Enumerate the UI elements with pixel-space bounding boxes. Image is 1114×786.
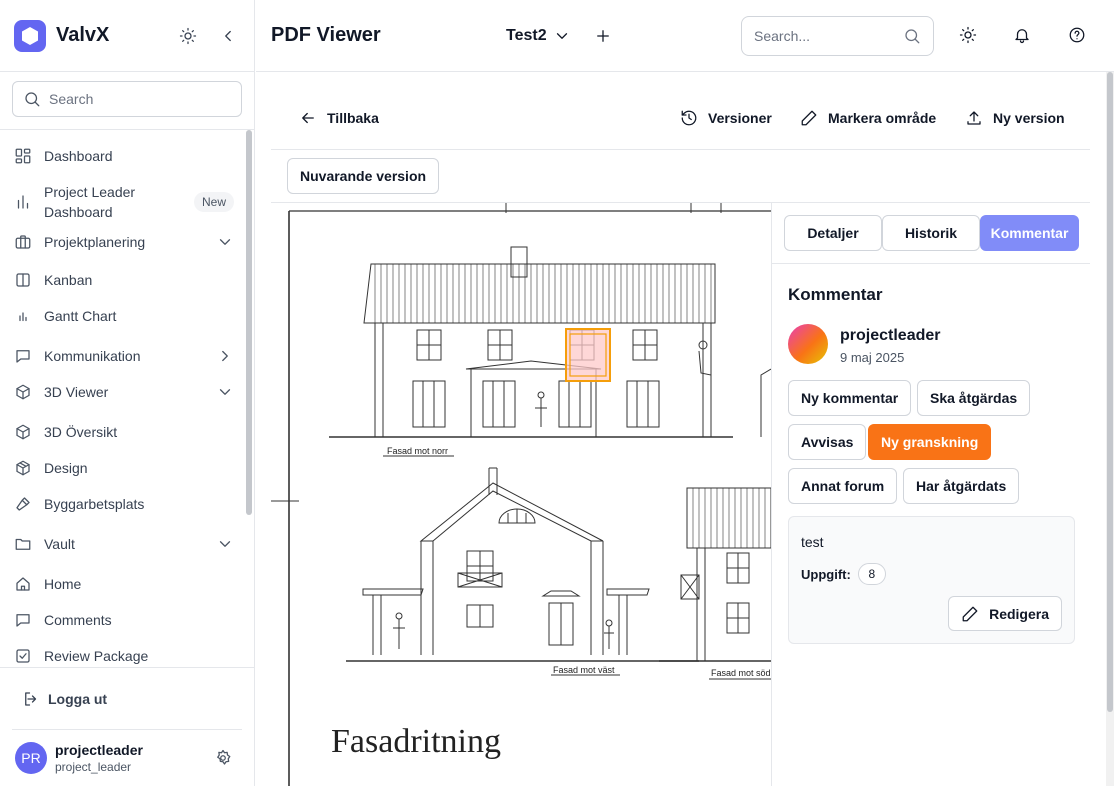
status-ny-kommentar[interactable]: Ny kommentar — [788, 380, 912, 416]
help-icon[interactable] — [1068, 26, 1086, 44]
comment-card: test Uppgift: 8 Redigera — [788, 516, 1075, 644]
avatar[interactable]: PR — [15, 742, 47, 774]
pencil-icon — [800, 109, 818, 127]
hammer-icon — [12, 495, 34, 513]
collapse-sidebar-icon[interactable] — [216, 24, 240, 48]
user-handle: project_leader — [55, 760, 132, 774]
current-version-button[interactable]: Nuvarande version — [287, 158, 440, 194]
new-version-button[interactable]: Ny version — [965, 109, 1065, 127]
sidebar-nav: Dashboard Project Leader Dashboard New P… — [0, 130, 254, 667]
status-ska-atgardas[interactable]: Ska åtgärdas — [917, 380, 1031, 416]
message-icon — [12, 347, 34, 365]
upload-icon — [965, 109, 983, 127]
page-title: PDF Viewer — [271, 24, 381, 46]
home-icon — [12, 575, 34, 593]
drawing-label-west: Fasad mot väst — [553, 665, 615, 675]
drawing-label-north: Fasad mot norr — [387, 446, 448, 456]
gantt-icon — [12, 307, 34, 325]
pencil-icon — [961, 605, 979, 623]
comment-author: projectleader — [840, 327, 941, 344]
add-project-icon[interactable] — [594, 27, 612, 45]
task-number-badge[interactable]: 8 — [857, 563, 886, 585]
tab-historik[interactable]: Historik — [882, 215, 980, 251]
sidebar-item-3d-oversikt[interactable]: 3D Översikt — [0, 414, 254, 450]
chevron-down-icon — [216, 383, 234, 401]
comment-text: test — [801, 534, 824, 550]
sidebar-item-project-leader-dashboard[interactable]: Project Leader Dashboard New — [0, 182, 254, 222]
marked-area[interactable] — [565, 328, 611, 382]
mark-area-button[interactable]: Markera område — [800, 109, 936, 127]
search-icon — [23, 90, 41, 108]
search-icon — [903, 27, 921, 45]
settings-gear-icon[interactable] — [214, 749, 232, 767]
sidebar-item-home[interactable]: Home — [0, 566, 254, 602]
history-icon — [680, 109, 698, 127]
main-scrollbar[interactable] — [1106, 72, 1114, 786]
chevron-right-icon — [216, 347, 234, 365]
panel-tabs: Detaljer Historik Kommentar — [772, 203, 1090, 264]
brand-name: ValvX — [56, 24, 110, 46]
theme-toggle-icon[interactable] — [176, 24, 200, 48]
status-annat-forum[interactable]: Annat forum — [788, 468, 898, 504]
folder-icon — [12, 535, 34, 553]
sidebar-item-vault[interactable]: Vault — [0, 526, 254, 562]
chevron-down-icon — [216, 233, 234, 251]
theme-toggle-icon[interactable] — [959, 26, 977, 44]
top-search-input[interactable]: Search... — [741, 16, 934, 56]
tab-detaljer[interactable]: Detaljer — [784, 215, 882, 251]
comment-panel: Detaljer Historik Kommentar Kommentar pr… — [771, 203, 1090, 786]
bar-chart-icon — [12, 193, 34, 211]
sidebar-scrollbar[interactable] — [246, 130, 252, 515]
comment-author-avatar — [788, 324, 828, 364]
drawing-title: Fasadritning — [331, 723, 501, 760]
new-badge: New — [193, 192, 234, 212]
sidebar-item-projektplanering[interactable]: Projektplanering — [0, 226, 254, 258]
user-name: projectleader — [55, 742, 143, 758]
comment-icon — [12, 611, 34, 629]
dashboard-icon — [12, 147, 34, 165]
arrow-left-icon — [299, 109, 317, 127]
sidebar-search-input[interactable]: Search — [12, 81, 242, 117]
cube-icon — [12, 383, 34, 401]
panel-title: Kommentar — [788, 285, 883, 304]
logout-icon — [22, 690, 40, 708]
logout-button[interactable]: Logga ut — [0, 667, 254, 729]
sidebar-item-gantt-chart[interactable]: Gantt Chart — [0, 298, 254, 334]
back-button[interactable]: Tillbaka — [299, 109, 379, 127]
sidebar-item-comments[interactable]: Comments — [0, 602, 254, 638]
sidebar-item-kommunikation[interactable]: Kommunikation — [0, 338, 254, 374]
status-ny-granskning[interactable]: Ny granskning — [868, 424, 992, 460]
chevron-down-icon — [216, 535, 234, 553]
check-square-icon — [12, 647, 34, 665]
sidebar-item-design[interactable]: Design — [0, 450, 254, 486]
tab-kommentar[interactable]: Kommentar — [980, 215, 1079, 251]
kanban-icon — [12, 271, 34, 289]
logo-icon[interactable] — [14, 19, 46, 52]
briefcase-icon — [12, 233, 34, 251]
sidebar-item-review-package[interactable]: Review Package — [0, 638, 254, 667]
sidebar: ValvX Search Dashboard Project Leader Da… — [0, 0, 255, 786]
user-profile: PR projectleader project_leader — [12, 729, 242, 786]
sidebar-item-dashboard[interactable]: Dashboard — [0, 130, 254, 182]
status-avvisas[interactable]: Avvisas — [788, 424, 867, 460]
project-select[interactable]: Test2 — [506, 27, 571, 45]
top-bar: PDF Viewer Test2 Search... — [256, 0, 1114, 72]
pdf-page[interactable]: Fasad mot norr Fasad mot väst Fasad mot … — [271, 203, 771, 786]
bell-icon[interactable] — [1013, 26, 1031, 44]
sidebar-item-kanban[interactable]: Kanban — [0, 262, 254, 298]
status-har-atgardats[interactable]: Har åtgärdats — [903, 468, 1020, 504]
cube-icon — [12, 423, 34, 441]
drawing-label-south: Fasad mot söd — [711, 668, 771, 678]
viewer-toolbar: Tillbaka Versioner Markera område Ny ver… — [271, 73, 1090, 150]
task-info: Uppgift: 8 — [801, 563, 886, 585]
package-icon — [12, 459, 34, 477]
comment-date: 9 maj 2025 — [840, 350, 905, 365]
sidebar-header: ValvX — [0, 0, 254, 72]
sidebar-item-3d-viewer[interactable]: 3D Viewer — [0, 374, 254, 410]
versions-button[interactable]: Versioner — [680, 109, 772, 127]
sidebar-item-byggarbetsplats[interactable]: Byggarbetsplats — [0, 486, 254, 522]
edit-button[interactable]: Redigera — [948, 596, 1062, 631]
facade-drawing: Fasad mot norr Fasad mot väst Fasad mot … — [271, 203, 771, 786]
chevron-down-icon — [553, 27, 571, 45]
